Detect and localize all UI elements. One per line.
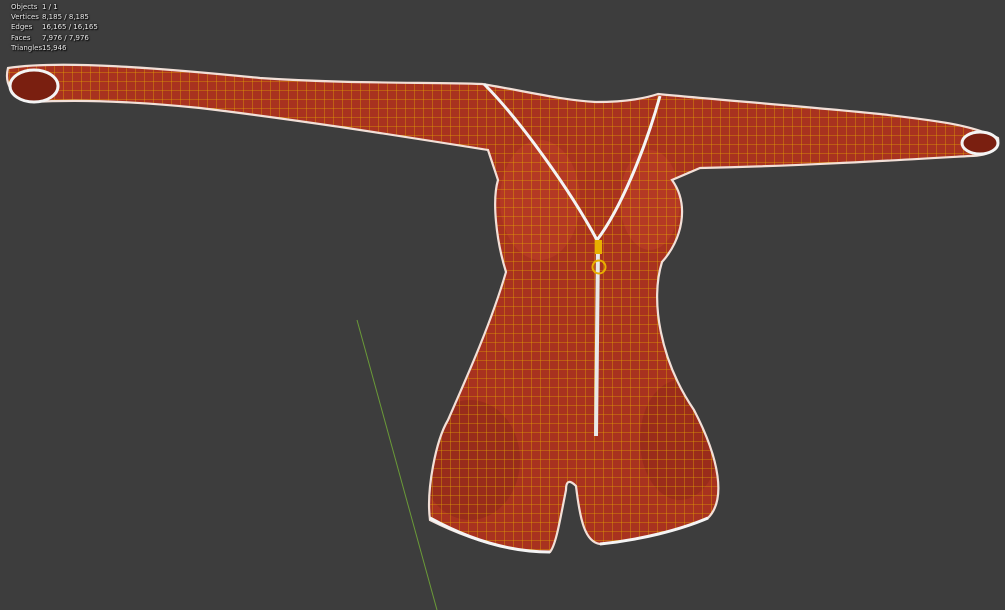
stat-label: Objects	[11, 3, 38, 11]
stat-value: 15,946	[42, 43, 67, 52]
3d-viewport[interactable]: Objects 1 / 1 Vertices 8,185 / 8,185 Edg…	[0, 0, 1005, 610]
right-cuff	[960, 130, 1000, 156]
stat-value: 8,185 / 8,185	[42, 13, 89, 22]
stat-value: 1 / 1	[42, 3, 58, 11]
viewport-scene[interactable]	[0, 0, 1005, 610]
stat-label: Triangles	[11, 43, 43, 52]
stat-triangles: Triangles 15,946	[11, 43, 98, 53]
stat-label: Faces	[11, 33, 31, 42]
stat-vertices: Vertices 8,185 / 8,185	[11, 12, 98, 22]
stat-value: 7,976 / 7,976	[42, 33, 89, 42]
stat-label: Edges	[11, 23, 33, 32]
y-axis-line	[356, 319, 438, 610]
stat-value: 16,165 / 16,165	[42, 23, 98, 32]
romper-mesh[interactable]	[0, 0, 1005, 610]
stat-objects: Objects 1 / 1	[11, 2, 98, 12]
stat-edges: Edges 16,165 / 16,165	[11, 22, 98, 32]
scene-statistics-overlay: Objects 1 / 1 Vertices 8,185 / 8,185 Edg…	[11, 2, 98, 53]
left-cuff	[8, 68, 60, 104]
stat-label: Vertices	[11, 13, 39, 22]
zipper-slider	[595, 240, 602, 254]
stat-faces: Faces 7,976 / 7,976	[11, 33, 98, 43]
zipper	[594, 245, 600, 437]
